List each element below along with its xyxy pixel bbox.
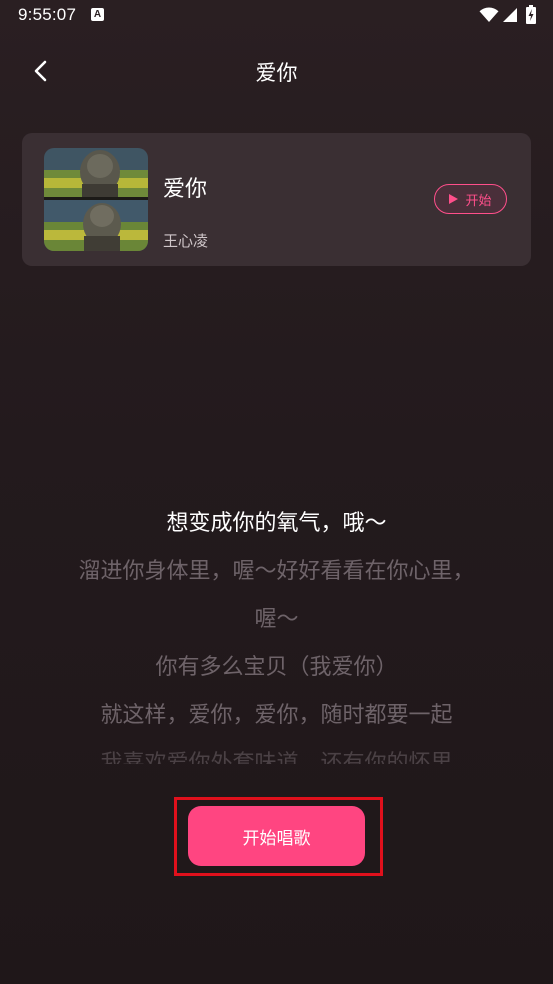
lyric-line: 溜进你身体里，喔～好好看看在你心里，	[78, 559, 475, 584]
lyric-line: 你有多么宝贝（我爱你）	[155, 655, 398, 680]
cell-signal-icon	[503, 8, 517, 22]
lyric-line-current: 想变成你的氧气，哦～	[166, 511, 387, 536]
play-icon	[449, 194, 459, 204]
start-singing-button[interactable]: 开始唱歌	[188, 806, 365, 866]
lyric-line: 我喜欢爱你外套味道，还有你的怀里	[100, 751, 453, 764]
album-cover	[44, 148, 148, 251]
status-time: 9:55:07	[18, 5, 77, 24]
lyric-line: 就这样，爱你，爱你，随时都要一起	[100, 703, 453, 728]
lyrics-panel: 想变成你的氧气，哦～ 溜进你身体里，喔～好好看看在你心里， 喔～ 你有多么宝贝（…	[0, 500, 553, 764]
start-song-button[interactable]: 开始	[434, 184, 507, 214]
song-artist: 王心凌	[163, 232, 209, 250]
notification-a-icon: A	[91, 8, 104, 21]
page-title: 爱你	[255, 61, 298, 85]
start-song-label: 开始	[465, 193, 492, 209]
status-bar: 9:55:07 A	[0, 0, 553, 32]
album-art-image	[44, 148, 148, 251]
battery-icon	[526, 5, 536, 24]
song-card: 爱你 王心凌 开始	[22, 133, 531, 266]
wifi-icon	[479, 7, 499, 23]
song-title: 爱你	[163, 177, 208, 202]
lyric-line: 喔～	[254, 607, 299, 632]
